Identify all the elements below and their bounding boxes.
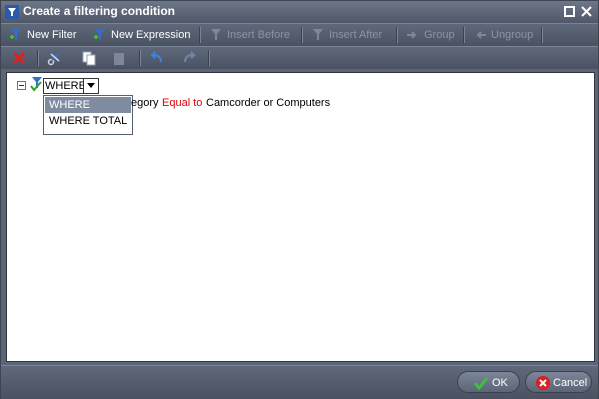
insert-after-icon	[313, 29, 323, 41]
new-expression-button[interactable]: New Expression	[93, 27, 190, 43]
insert-after-button[interactable]: Insert After	[311, 27, 382, 43]
new-expression-icon	[94, 29, 105, 41]
edit-toolbar	[1, 46, 598, 69]
ungroup-label: Ungroup	[491, 29, 534, 41]
maximize-icon[interactable]	[564, 6, 575, 17]
option-where-total[interactable]: WHERE TOTAL	[45, 113, 131, 129]
condition-field[interactable]: egory	[131, 97, 159, 109]
insert-after-label: Insert After	[329, 29, 383, 41]
toolbar-divider	[396, 27, 398, 43]
collapse-toggle[interactable]	[17, 81, 26, 90]
chevron-down-icon	[87, 83, 95, 88]
ok-label: OK	[492, 377, 508, 389]
new-filter-label: New Filter	[27, 29, 77, 41]
ungroup-icon	[476, 31, 486, 39]
paste-icon[interactable]	[111, 50, 127, 66]
insert-before-button[interactable]: Insert Before	[209, 27, 290, 43]
filter-tree-panel: WHERE WHERE WHERE TOTAL egory Equal to C…	[6, 72, 595, 362]
toolbar-divider	[37, 50, 39, 66]
cut-icon[interactable]	[47, 50, 63, 66]
cancel-icon	[536, 376, 550, 390]
title-bar: Create a filtering condition	[1, 1, 598, 23]
close-icon[interactable]	[581, 6, 592, 17]
cancel-button[interactable]: Cancel	[525, 371, 592, 393]
new-expression-label: New Expression	[111, 29, 191, 41]
main-toolbar: New Filter New Expression Insert Before …	[1, 23, 598, 46]
ungroup-button[interactable]: Ungroup	[473, 27, 533, 43]
filter-app-icon	[5, 5, 19, 19]
insert-before-label: Insert Before	[227, 29, 290, 41]
where-select-value: WHERE	[45, 80, 86, 92]
dialog-window: Create a filtering condition New Filter …	[0, 0, 599, 399]
toolbar-divider	[199, 27, 201, 43]
redo-icon[interactable]	[181, 50, 197, 66]
delete-icon[interactable]	[11, 50, 27, 66]
toolbar-divider	[301, 27, 303, 43]
new-filter-button[interactable]: New Filter	[9, 27, 77, 43]
new-filter-icon	[10, 29, 21, 41]
condition-operator[interactable]: Equal to	[162, 97, 202, 109]
cancel-label: Cancel	[553, 377, 588, 389]
where-dropdown-list: WHERE WHERE TOTAL	[43, 95, 133, 135]
dialog-footer: OK Cancel	[1, 365, 598, 399]
copy-icon[interactable]	[81, 50, 97, 66]
checkmark-icon	[473, 377, 489, 391]
condition-value[interactable]: Camcorder or Computers	[206, 97, 330, 109]
group-label: Group	[424, 29, 455, 41]
undo-icon[interactable]	[149, 50, 165, 66]
where-dropdown-button[interactable]	[83, 79, 98, 93]
group-icon	[407, 31, 417, 39]
window-title: Create a filtering condition	[23, 4, 176, 18]
group-button[interactable]: Group	[406, 27, 455, 43]
toolbar-divider	[139, 50, 141, 66]
option-where[interactable]: WHERE	[45, 97, 131, 113]
toolbar-divider	[463, 27, 465, 43]
toolbar-divider	[208, 50, 210, 66]
insert-before-icon	[211, 29, 221, 41]
where-select[interactable]: WHERE	[43, 78, 99, 94]
toolbar-divider	[541, 27, 543, 43]
ok-button[interactable]: OK	[457, 371, 520, 393]
